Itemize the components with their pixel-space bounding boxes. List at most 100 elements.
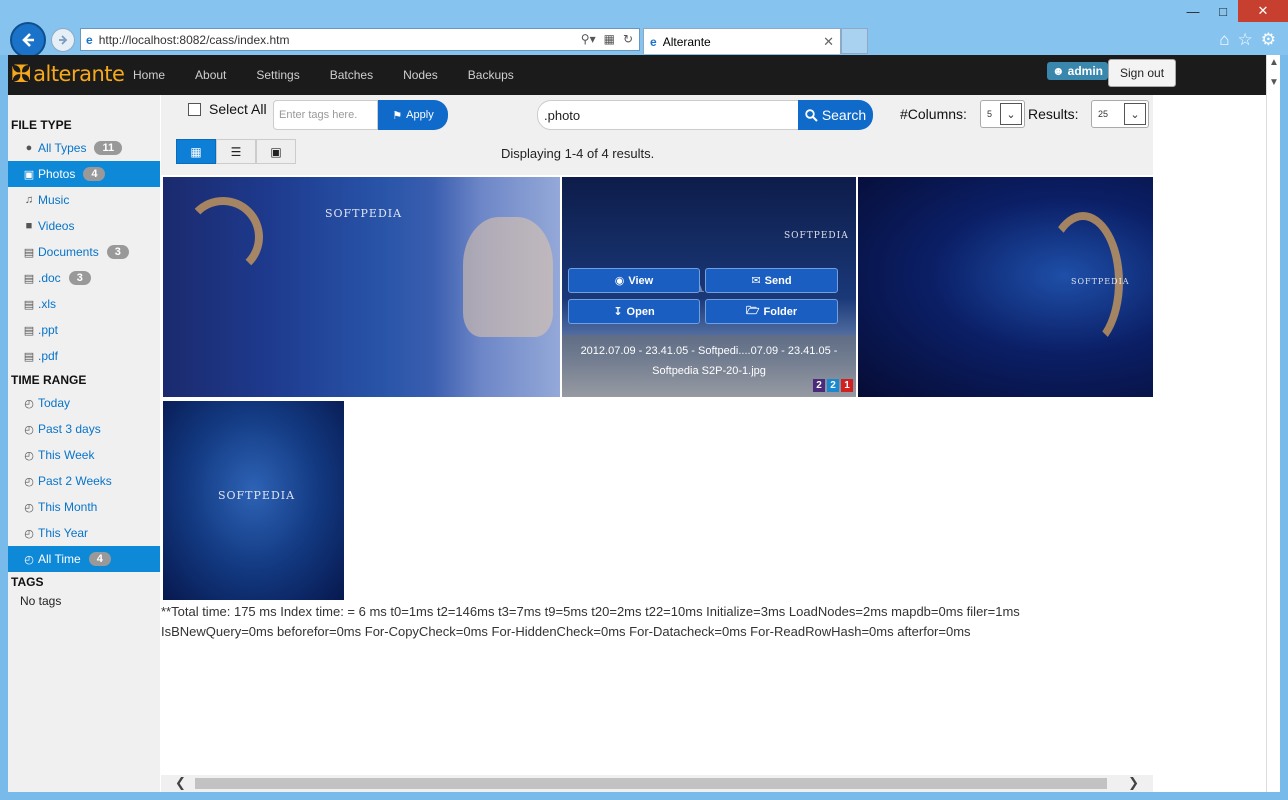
folder-button[interactable]: 🗁 Folder <box>705 299 838 324</box>
sidebar-item[interactable]: ▤ .xls <box>8 291 160 317</box>
picture-icon: ▣ <box>270 144 282 159</box>
file-type-list: ● All Types 11 ▣ Photos 4 ♫ Music ■ Videos ▤ Docume… <box>8 135 160 369</box>
clock-icon: ◴ <box>24 527 34 540</box>
nav-about[interactable]: About <box>180 68 241 82</box>
briefcase-icon: ▤ <box>23 272 35 285</box>
list-view-button[interactable]: ☰ <box>216 139 256 164</box>
browser-window: — □ ✕ e http://localhost:8082/cass/index… <box>0 0 1288 800</box>
sidebar-item[interactable]: ◴ Past 2 Weeks <box>8 468 160 494</box>
search-dropdown-icon[interactable]: ⚲▾ <box>581 32 596 46</box>
sidebar-item[interactable]: ◴ This Month <box>8 494 160 520</box>
nav-home[interactable]: Home <box>118 68 180 82</box>
select-all[interactable]: Select All <box>188 101 267 117</box>
maximize-icon[interactable]: □ <box>1208 0 1238 22</box>
sidebar-item-label: Documents <box>38 245 99 259</box>
columns-value: 5 <box>987 109 993 119</box>
send-button[interactable]: ✉ Send <box>705 268 838 293</box>
view-label: View <box>628 274 654 287</box>
filter-sidebar: FILE TYPE ● All Types 11 ▣ Photos 4 ♫ Music ■ Vid… <box>8 95 160 792</box>
results-label: Results: <box>1028 106 1079 122</box>
user-name: admin <box>1067 64 1103 78</box>
photo-tile[interactable]: SOFTPEDIA <box>163 177 560 397</box>
sidebar-item-label: This Week <box>38 448 95 462</box>
sign-out-button[interactable]: Sign out <box>1108 59 1177 87</box>
search-toolbar: Select All Enter tags here. ⚑ Apply .pho… <box>161 95 1153 175</box>
compat-view-icon[interactable]: ▦ <box>604 32 615 46</box>
grid-view-button[interactable]: ▦ <box>176 139 216 164</box>
copy-badge: 2 <box>827 379 839 392</box>
minimize-icon[interactable]: — <box>1178 0 1208 22</box>
portrait-graphic <box>463 217 553 337</box>
scroll-down-icon[interactable]: ▼ <box>1269 77 1279 88</box>
sidebar-item[interactable]: ♫ Music <box>8 187 160 213</box>
user-badge[interactable]: ☻ admin <box>1047 62 1108 80</box>
forward-button[interactable] <box>51 28 75 52</box>
apply-tags-button[interactable]: ⚑ Apply <box>378 100 448 130</box>
view-button[interactable]: ◉ View <box>568 268 700 293</box>
sidebar-item[interactable]: ● All Types 11 <box>8 135 160 161</box>
tab-close-icon[interactable]: ✕ <box>823 34 834 50</box>
briefcase-icon: ▤ <box>23 246 35 259</box>
scroll-left-icon[interactable]: ❮ <box>175 775 186 791</box>
sidebar-item[interactable]: ◴ This Week <box>8 442 160 468</box>
back-button[interactable] <box>10 22 46 58</box>
image-view-button[interactable]: ▣ <box>256 139 296 164</box>
scroll-thumb[interactable] <box>195 778 1107 789</box>
select-all-label: Select All <box>209 101 267 117</box>
photo-tile[interactable]: SOFTPEDIA <box>163 401 344 600</box>
tile-watermark: SOFTPEDIA <box>1071 277 1130 286</box>
new-tab-button[interactable] <box>841 28 868 54</box>
timing-line-1: **Total time: 175 ms Index time: = 6 ms … <box>161 604 1020 619</box>
results-select[interactable]: 25 ⌄ <box>1091 100 1149 128</box>
back-arrow-icon <box>22 33 34 47</box>
address-bar[interactable]: e http://localhost:8082/cass/index.htm ⚲… <box>80 28 640 51</box>
sidebar-item-label: .xls <box>38 297 56 311</box>
sidebar-item-label: Past 2 Weeks <box>38 474 112 488</box>
sidebar-item[interactable]: ▣ Photos 4 <box>8 161 160 187</box>
photo-tile[interactable]: SOFTPEDIA <box>858 177 1153 397</box>
search-input[interactable]: .photo <box>537 100 799 130</box>
scroll-right-icon[interactable]: ❯ <box>1128 775 1139 791</box>
columns-label: #Columns: <box>900 106 967 122</box>
count-badge: 11 <box>94 141 123 155</box>
sidebar-item-label: This Year <box>38 526 89 540</box>
alterante-logo[interactable]: ✠ alterante <box>11 58 125 90</box>
address-url: http://localhost:8082/cass/index.htm <box>98 32 290 47</box>
nav-backups[interactable]: Backups <box>453 68 529 82</box>
count-badge: 3 <box>106 245 129 259</box>
sidebar-item[interactable]: ■ Videos <box>8 213 160 239</box>
search-button[interactable]: Search <box>798 100 873 130</box>
close-window-icon[interactable]: ✕ <box>1238 0 1288 22</box>
sidebar-item[interactable]: ◴ This Year <box>8 520 160 546</box>
sidebar-item[interactable]: ▤ .pdf <box>8 343 160 369</box>
nav-settings[interactable]: Settings <box>241 68 314 82</box>
file-caption: 2012.07.09 - 23.41.05 - Softpedi....07.0… <box>562 335 856 397</box>
sidebar-item[interactable]: ◴ Today <box>8 390 160 416</box>
sidebar-item-label: Today <box>38 396 71 410</box>
horizontal-scrollbar[interactable]: ❮ ❯ <box>161 775 1153 792</box>
tags-input[interactable]: Enter tags here. <box>273 100 378 130</box>
select-all-checkbox[interactable] <box>188 102 201 116</box>
refresh-icon[interactable]: ↻ <box>623 32 633 46</box>
nav-batches[interactable]: Batches <box>315 68 388 82</box>
eye-icon: ◉ <box>614 275 625 287</box>
photo-tile-hovered[interactable]: SOFTPEDIA SOFTPEDIA ◉View ✉Send ↧Open 🗁F… <box>562 177 856 397</box>
scroll-up-icon[interactable]: ▲ <box>1269 57 1279 68</box>
sidebar-item-label: .ppt <box>38 323 59 337</box>
sidebar-item[interactable]: ▤ Documents 3 <box>8 239 160 265</box>
sidebar-item[interactable]: ◴ Past 3 days <box>8 416 160 442</box>
columns-select[interactable]: 5 ⌄ <box>980 100 1025 128</box>
sidebar-item[interactable]: ▤ .ppt <box>8 317 160 343</box>
open-button[interactable]: ↧ Open <box>568 299 700 324</box>
sidebar-item[interactable]: ▤ .doc 3 <box>8 265 160 291</box>
vertical-scrollbar[interactable]: ▲ ▼ <box>1266 55 1280 792</box>
favorites-star-icon[interactable]: ☆ <box>1238 30 1253 50</box>
sidebar-item[interactable]: ◴ All Time 4 <box>8 546 160 572</box>
tile-watermark: SOFTPEDIA <box>784 231 849 241</box>
settings-gear-icon[interactable]: ⚙ <box>1261 30 1276 50</box>
nav-nodes[interactable]: Nodes <box>388 68 453 82</box>
file-type-heading: FILE TYPE <box>11 118 72 132</box>
browser-tab[interactable]: e Alterante ✕ <box>643 28 841 54</box>
globe-icon: ● <box>25 142 33 154</box>
home-icon[interactable]: ⌂ <box>1219 30 1229 50</box>
